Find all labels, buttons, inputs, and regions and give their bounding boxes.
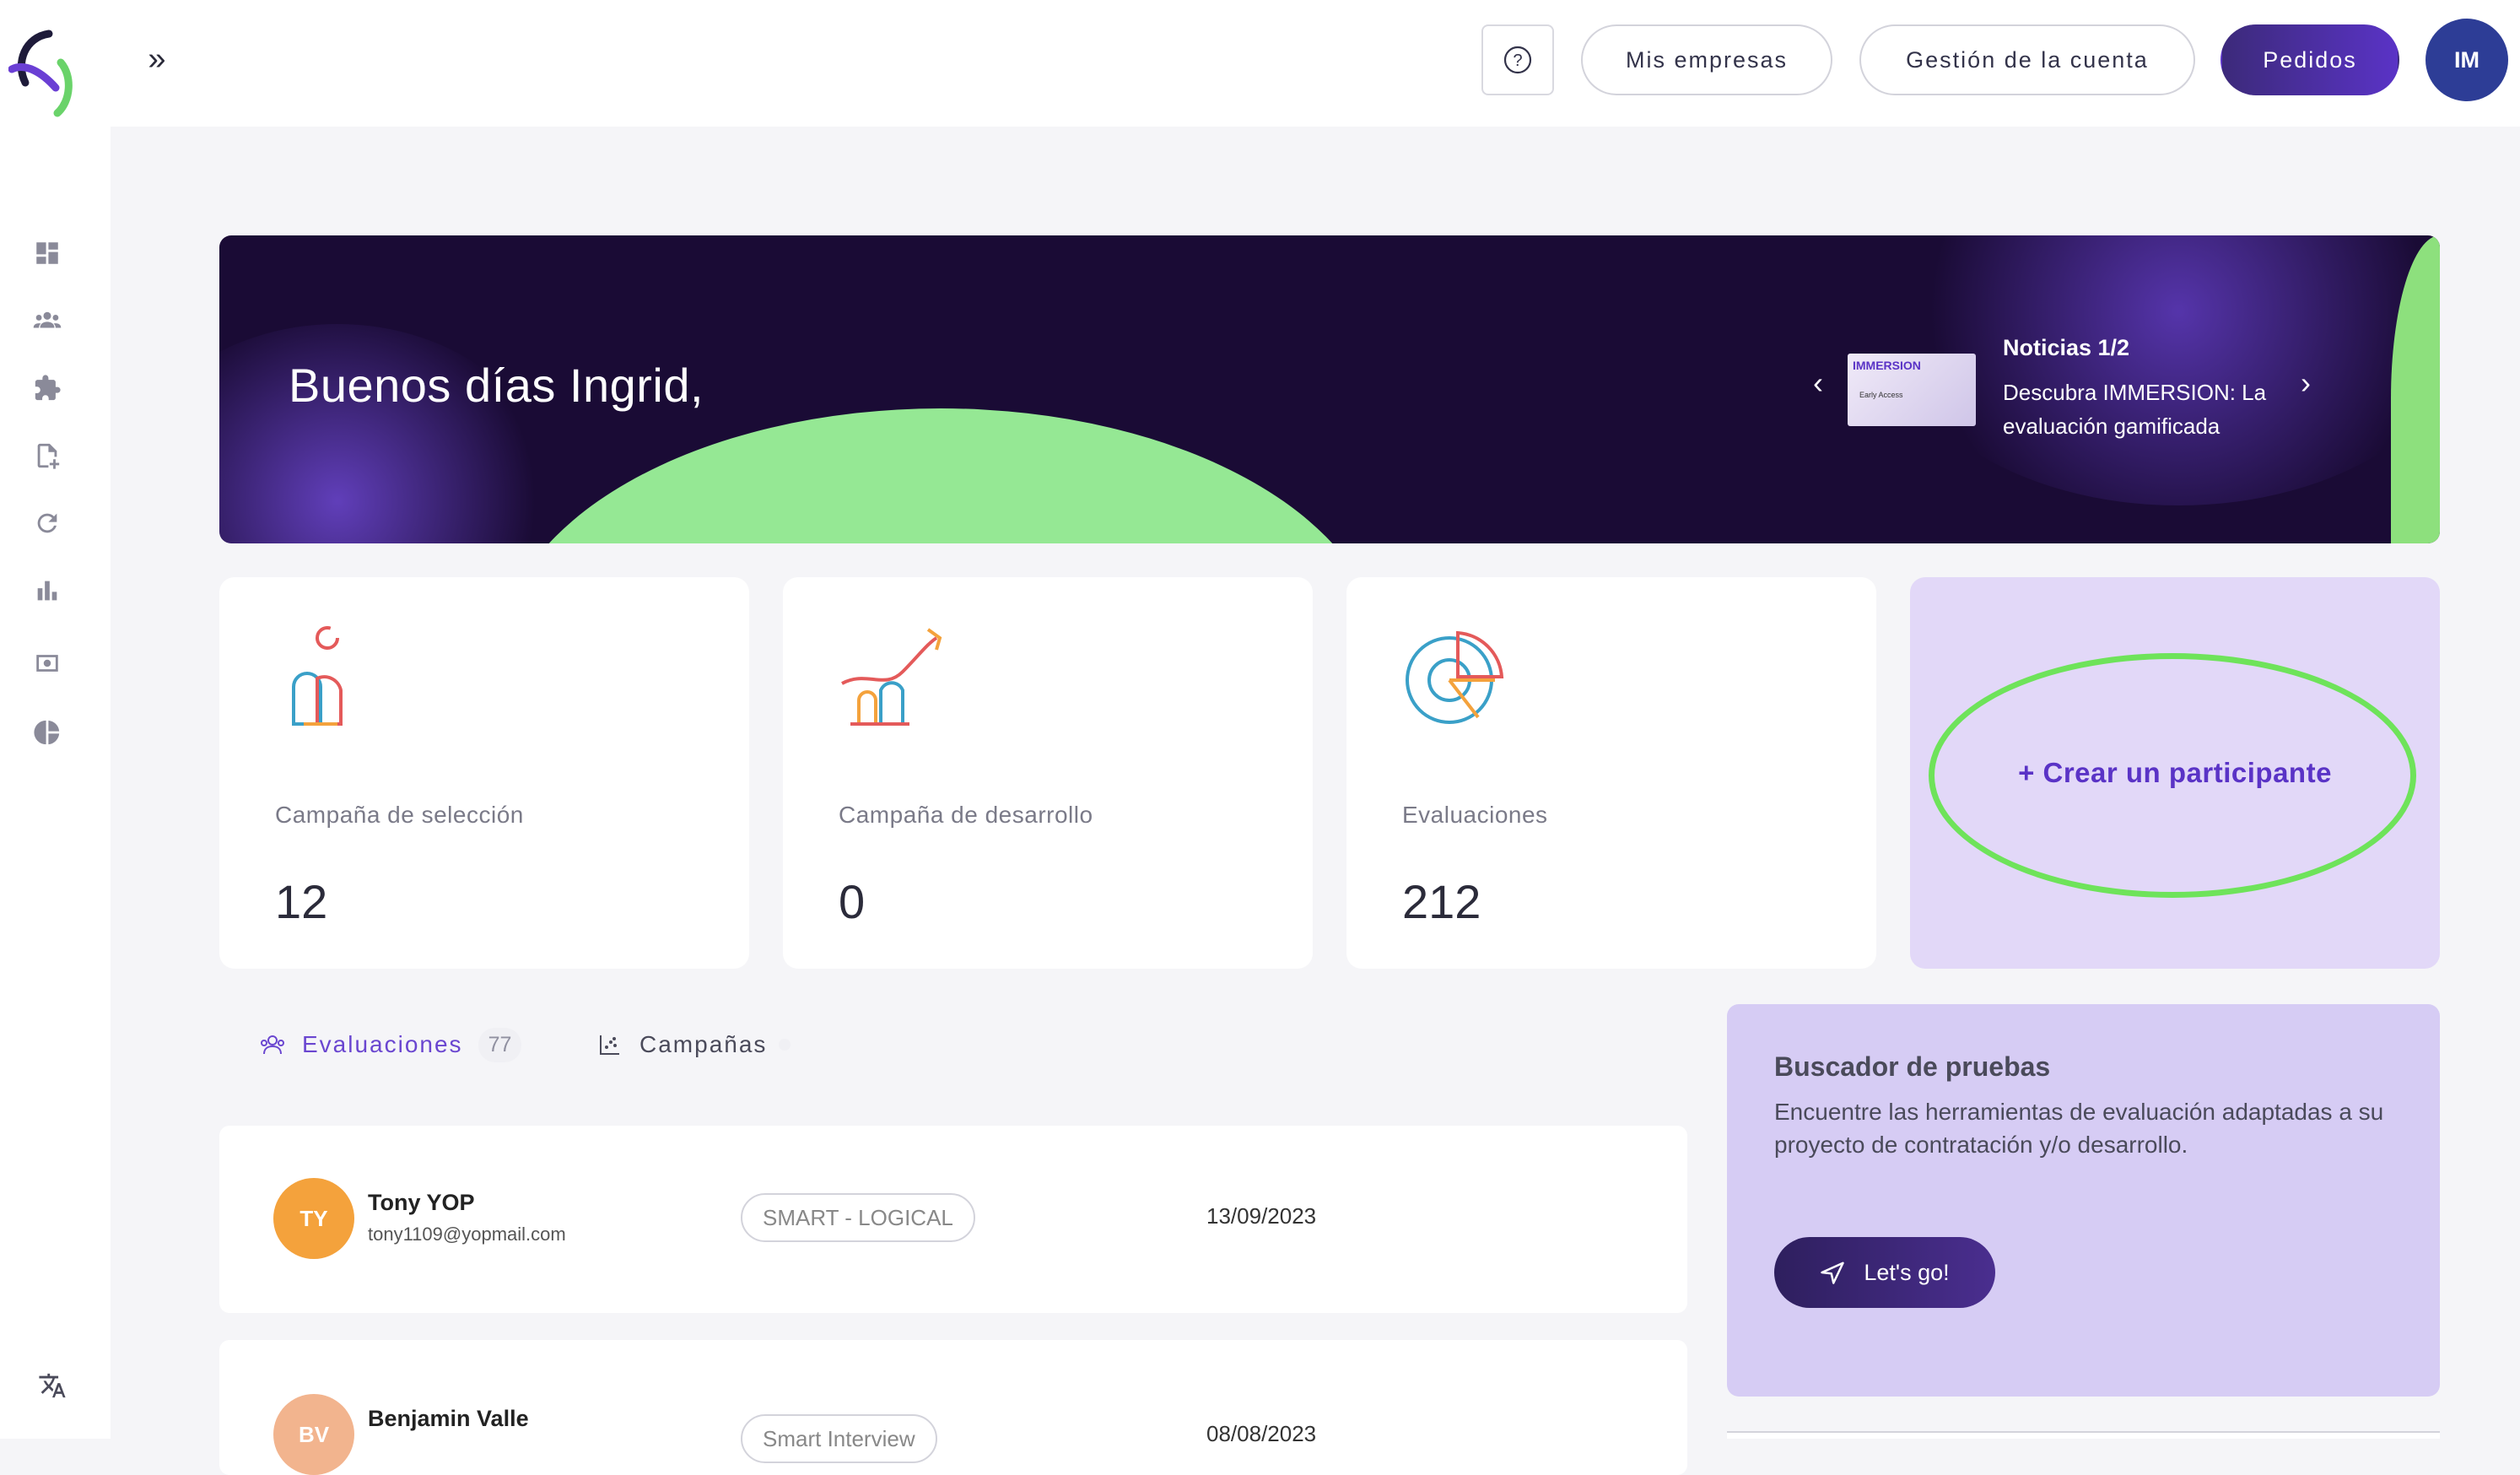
create-participant-button[interactable]: + Crear un participante bbox=[2018, 757, 2332, 789]
refresh-icon bbox=[37, 513, 57, 533]
users-icon bbox=[33, 311, 62, 328]
participant-email: tony1109@yopmail.com bbox=[368, 1224, 566, 1245]
news-next-button[interactable]: › bbox=[2293, 362, 2318, 404]
stat-value: 212 bbox=[1402, 875, 1481, 928]
pie-chart-icon bbox=[34, 720, 60, 745]
tab-label: Evaluaciones bbox=[302, 1031, 463, 1057]
sidebar-item-screen[interactable] bbox=[27, 643, 67, 683]
translate-icon bbox=[39, 1373, 66, 1398]
thumbnail-title: IMMERSION bbox=[1853, 359, 1921, 372]
stat-label: Evaluaciones bbox=[1402, 802, 1548, 828]
development-campaign-icon bbox=[841, 628, 942, 726]
sidebar-item-participants[interactable] bbox=[27, 300, 67, 341]
table-row[interactable]: BV Benjamin Valle Smart Interview 08/08/… bbox=[219, 1340, 1687, 1475]
welcome-banner: Buenos días Ingrid, ‹ IMMERSION Early Ac… bbox=[219, 235, 2440, 543]
evaluations-icon bbox=[1406, 630, 1504, 724]
users-icon bbox=[261, 1035, 284, 1055]
sidebar-item-new-document[interactable] bbox=[27, 435, 67, 476]
news-counter: Noticias 1/2 bbox=[2003, 335, 2130, 360]
sidebar bbox=[0, 0, 111, 1439]
app-logo[interactable] bbox=[8, 29, 81, 118]
create-participant-card[interactable]: + Crear un participante bbox=[1910, 577, 2440, 969]
greeting-text: Buenos días Ingrid, bbox=[289, 359, 704, 412]
svg-text:?: ? bbox=[1513, 51, 1522, 70]
banner-glow bbox=[219, 324, 557, 543]
test-tag: Smart Interview bbox=[741, 1414, 937, 1463]
add-document-icon bbox=[37, 443, 60, 469]
tab-evaluations[interactable]: Evaluaciones 77 bbox=[260, 1027, 522, 1062]
stat-label: Campaña de desarrollo bbox=[839, 802, 1093, 828]
stat-value: 0 bbox=[839, 875, 866, 928]
participant-name: Tony YOP bbox=[368, 1190, 475, 1215]
chevron-right-icon: › bbox=[2301, 365, 2311, 400]
news-link[interactable]: Descubra IMMERSION: La evaluación gamifi… bbox=[2003, 376, 2307, 443]
stat-card-development[interactable]: Campaña de desarrollo 0 bbox=[783, 577, 1313, 969]
tab-label: Campañas bbox=[639, 1031, 768, 1057]
panel-title: Buscador de pruebas bbox=[1774, 1051, 2051, 1082]
sidebar-item-reports[interactable] bbox=[27, 570, 67, 611]
my-companies-button[interactable]: Mis empresas bbox=[1581, 24, 1832, 95]
avatar: TY bbox=[273, 1178, 354, 1259]
test-finder-panel: Buscador de pruebas Encuentre las herram… bbox=[1727, 1004, 2440, 1397]
news-thumbnail[interactable]: IMMERSION Early Access bbox=[1848, 354, 1976, 426]
test-tag: SMART - LOGICAL bbox=[741, 1193, 975, 1242]
sidebar-item-refresh[interactable] bbox=[27, 503, 67, 543]
sidebar-item-dashboard[interactable] bbox=[27, 233, 67, 273]
help-icon: ? bbox=[1503, 46, 1532, 74]
panel-description: Encuentre las herramientas de evaluación… bbox=[1774, 1099, 2384, 1158]
avatar: BV bbox=[273, 1394, 354, 1475]
next-panel-edge bbox=[1727, 1431, 2440, 1439]
banner-decoration bbox=[498, 408, 1384, 543]
lets-go-button[interactable]: Let's go! bbox=[1774, 1237, 1995, 1308]
tab-count-badge: 77 bbox=[478, 1027, 522, 1062]
stat-label: Campaña de selección bbox=[275, 802, 524, 828]
evaluation-date: 13/09/2023 bbox=[1206, 1203, 1317, 1229]
help-button[interactable]: ? bbox=[1481, 24, 1554, 95]
puzzle-icon bbox=[35, 375, 61, 401]
sidebar-item-analytics[interactable] bbox=[27, 712, 67, 753]
sidebar-item-tests[interactable] bbox=[27, 368, 67, 408]
user-avatar[interactable]: IM bbox=[2426, 19, 2508, 101]
send-icon bbox=[1821, 1262, 1845, 1284]
chevron-left-icon: ‹ bbox=[1813, 365, 1823, 400]
account-management-button[interactable]: Gestión de la cuenta bbox=[1859, 24, 2195, 95]
stat-value: 12 bbox=[275, 875, 328, 928]
news-prev-button[interactable]: ‹ bbox=[1805, 362, 1831, 404]
stat-card-selection[interactable]: Campaña de selección 12 bbox=[219, 577, 749, 969]
tab-campaigns[interactable]: Campañas bbox=[597, 1028, 791, 1062]
orders-button[interactable]: Pedidos bbox=[2221, 24, 2399, 95]
evaluation-date: 08/08/2023 bbox=[1206, 1421, 1317, 1446]
stat-card-evaluations[interactable]: Evaluaciones 212 bbox=[1346, 577, 1876, 969]
expand-sidebar-button[interactable]: » bbox=[142, 41, 172, 77]
scatter-chart-icon bbox=[600, 1035, 619, 1055]
table-row[interactable]: TY Tony YOP tony1109@yopmail.com SMART -… bbox=[219, 1126, 1687, 1313]
language-switcher[interactable] bbox=[32, 1365, 73, 1406]
thumbnail-subtitle: Early Access bbox=[1859, 391, 1903, 399]
selection-campaign-icon bbox=[292, 626, 343, 726]
dashboard-icon bbox=[36, 242, 58, 264]
tab-count-badge bbox=[779, 1039, 791, 1051]
button-label: Let's go! bbox=[1864, 1259, 1950, 1285]
bar-chart-icon bbox=[37, 581, 57, 601]
screen-icon bbox=[36, 655, 58, 672]
participant-name: Benjamin Valle bbox=[368, 1406, 529, 1431]
